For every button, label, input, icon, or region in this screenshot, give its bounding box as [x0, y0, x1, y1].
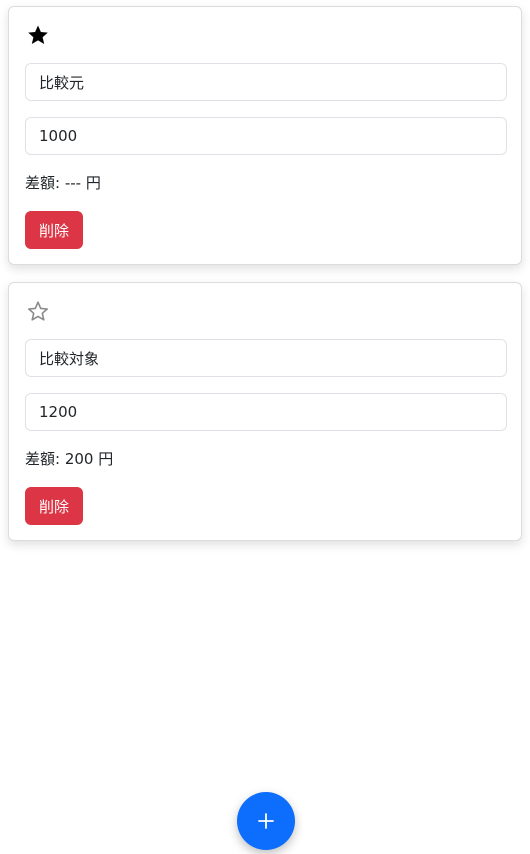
- item-name-input[interactable]: [25, 339, 507, 377]
- delete-button[interactable]: 削除: [25, 211, 83, 249]
- delete-button[interactable]: 削除: [25, 487, 83, 525]
- star-outline-icon[interactable]: [26, 299, 50, 323]
- price-difference: 差額: 200 円: [25, 450, 114, 468]
- item-price-input[interactable]: [25, 393, 507, 431]
- price-difference: 差額: --- 円: [25, 174, 101, 192]
- star-filled-icon[interactable]: [26, 23, 50, 47]
- add-item-button[interactable]: [237, 792, 295, 850]
- item-card: 差額: --- 円 削除: [8, 6, 522, 265]
- item-card: 差額: 200 円 削除: [8, 282, 522, 541]
- page: 差額: --- 円 削除 差額: 200 円 削除: [0, 0, 530, 854]
- plus-icon: [258, 813, 274, 829]
- item-name-input[interactable]: [25, 63, 507, 101]
- item-price-input[interactable]: [25, 117, 507, 155]
